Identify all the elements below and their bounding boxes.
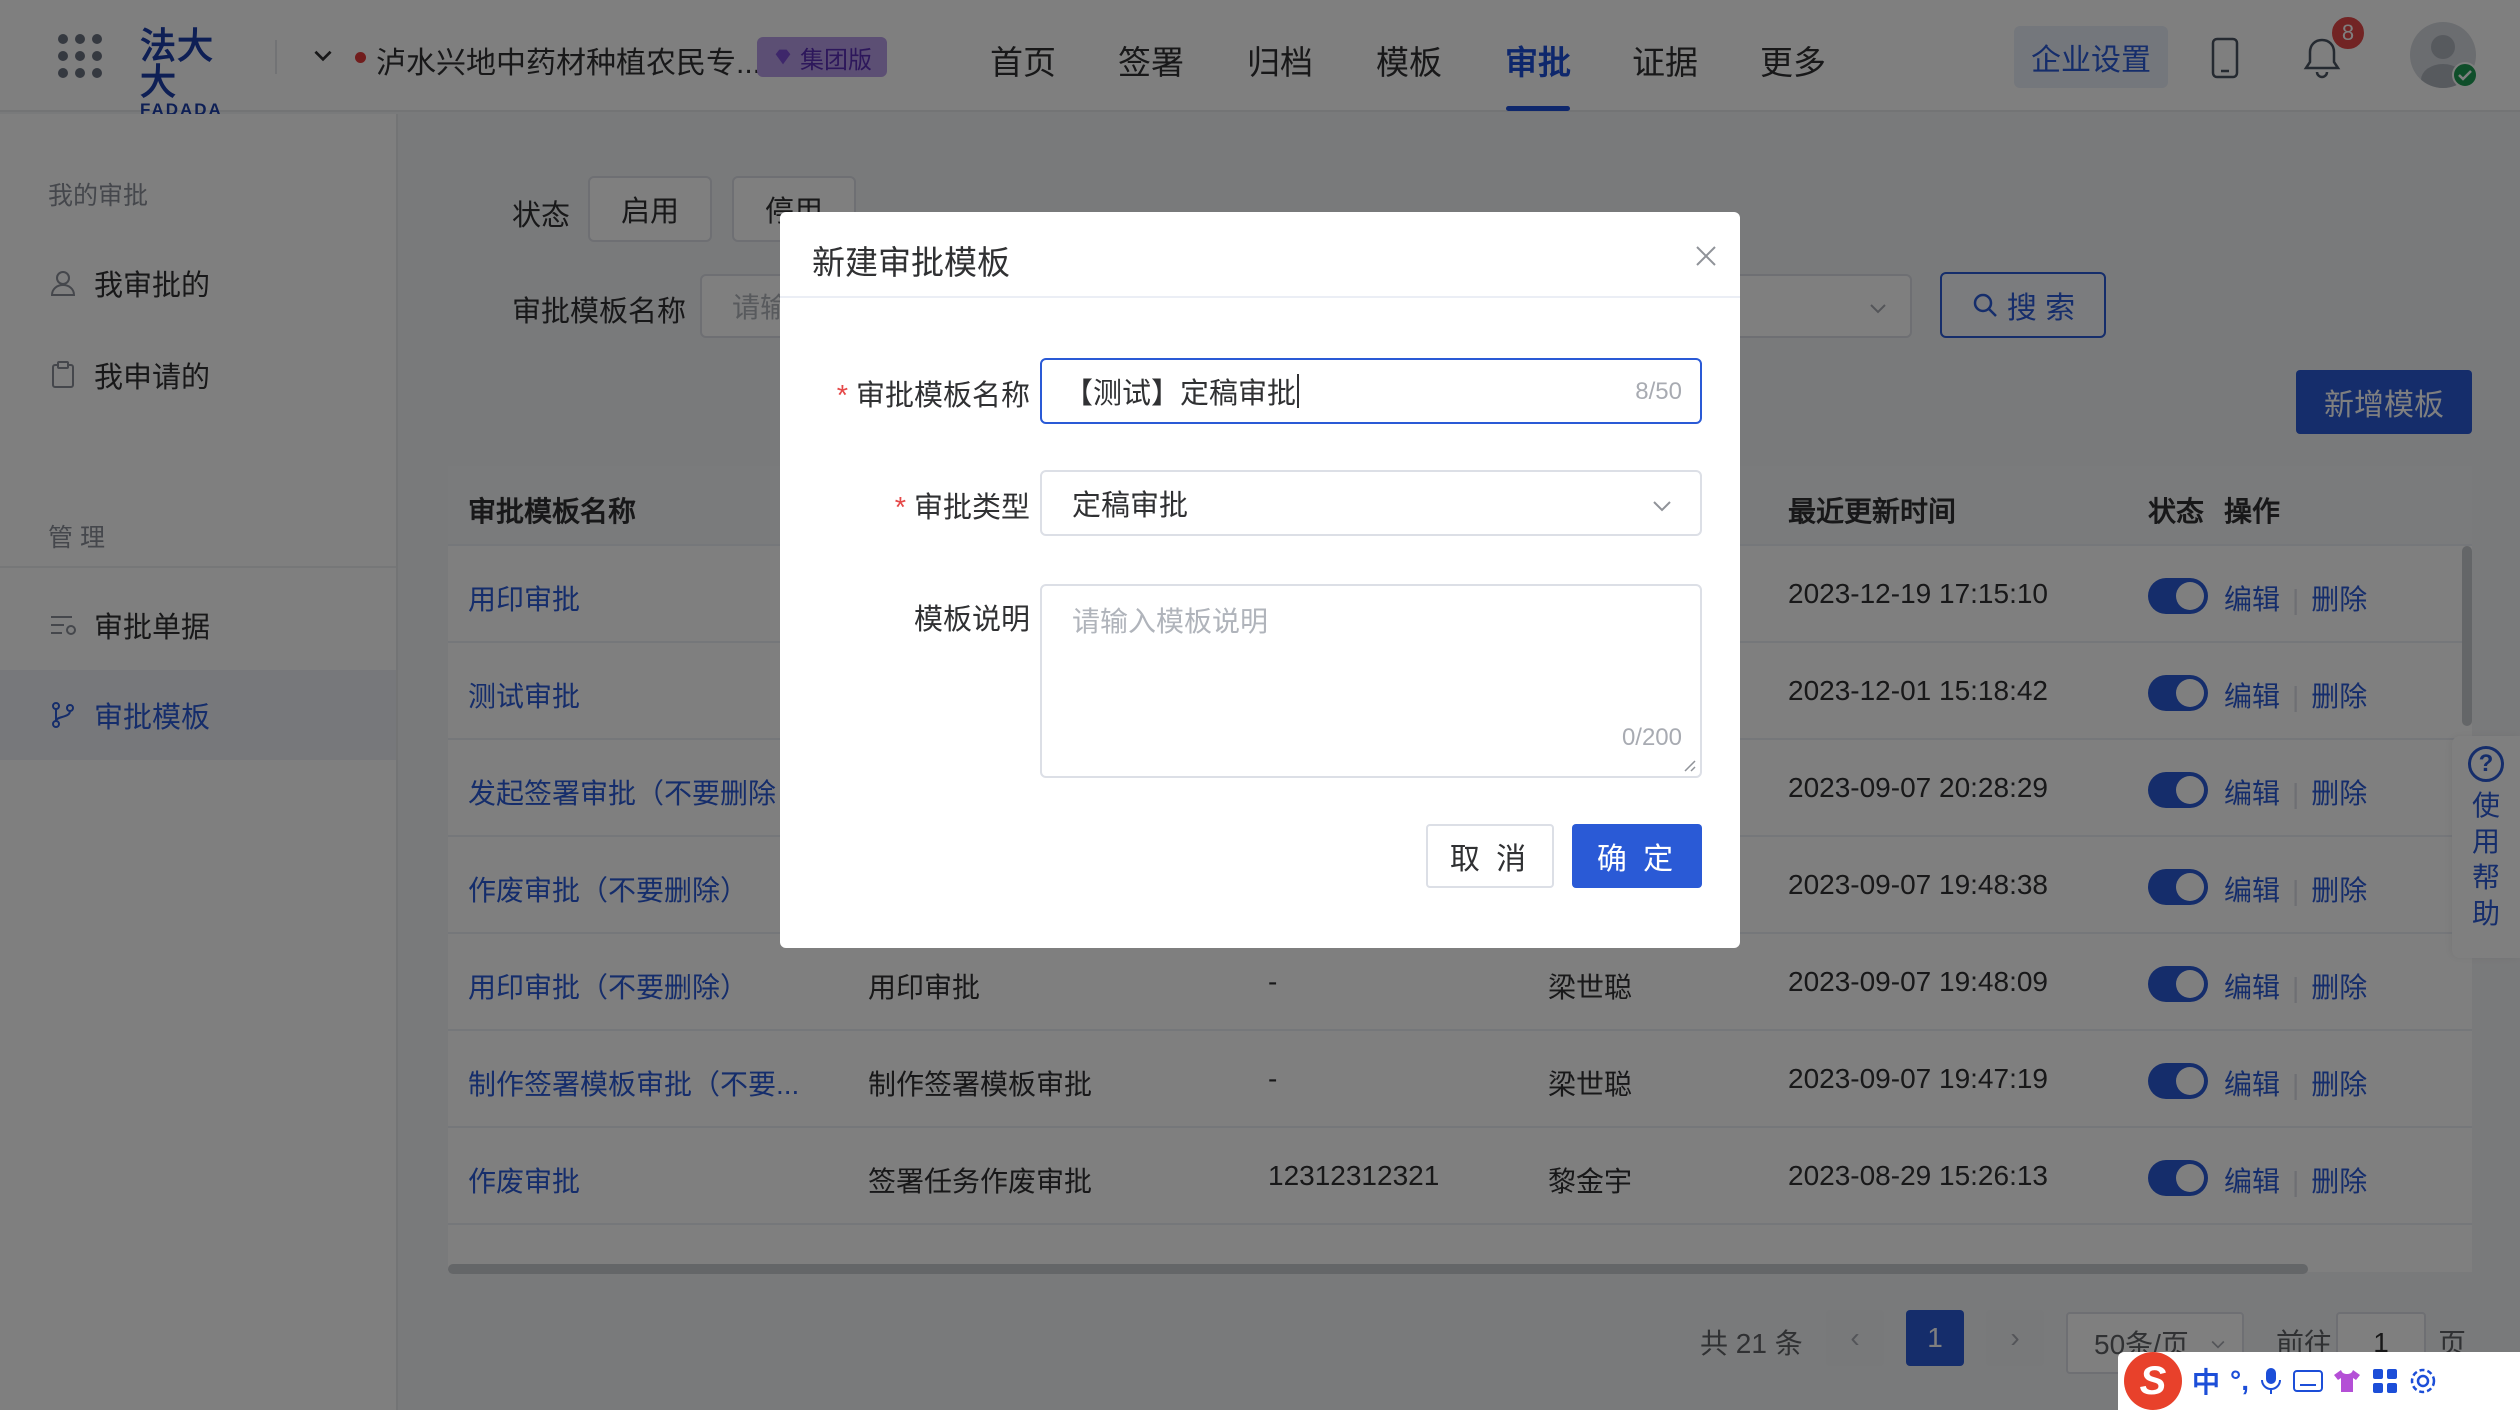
keyboard-icon[interactable] [2293, 1369, 2323, 1393]
name-char-count: 8/50 [1635, 378, 1682, 405]
dialog-title: 新建审批模板 [812, 244, 1010, 281]
ime-punct-toggle[interactable]: °, [2230, 1365, 2249, 1397]
ime-toolbar: S 中 °, [2118, 1352, 2520, 1410]
confirm-button[interactable]: 确 定 [1572, 824, 1702, 888]
cancel-button[interactable]: 取 消 [1426, 824, 1554, 888]
dialog-divider [780, 296, 1740, 298]
desc-char-count: 0/200 [1621, 724, 1682, 751]
new-template-dialog: 新建审批模板 * 审批模板名称 【测试】定稿审批 8/50 * 审批类型 定稿审批 … [780, 212, 1740, 948]
desc-placeholder: 请输入模板说明 [1072, 606, 1269, 637]
template-name-input[interactable]: 【测试】定稿审批 8/50 [1040, 358, 1702, 424]
resize-handle-icon[interactable] [1680, 756, 1696, 772]
microphone-icon[interactable] [2259, 1366, 2283, 1396]
toolbox-grid-icon[interactable] [2371, 1367, 2399, 1395]
name-field-label: * 审批模板名称 [836, 380, 1030, 412]
chevron-down-icon [1653, 501, 1671, 512]
approval-type-select[interactable]: 定稿审批 [1040, 470, 1702, 536]
template-desc-textarea[interactable]: 请输入模板说明 0/200 [1040, 584, 1702, 778]
text-caret [1297, 374, 1300, 408]
template-name-value: 【测试】定稿审批 [1064, 378, 1297, 410]
type-field-label: * 审批类型 [894, 492, 1030, 524]
settings-gear-icon[interactable] [2409, 1367, 2437, 1395]
sogou-logo-icon[interactable]: S [2124, 1352, 2182, 1410]
approval-type-value: 定稿审批 [1072, 490, 1189, 522]
desc-field-label: 模板说明 [913, 604, 1030, 636]
skin-shirt-icon[interactable] [2333, 1368, 2361, 1394]
close-icon[interactable] [1692, 242, 1720, 270]
ime-lang-toggle[interactable]: 中 [2192, 1361, 2220, 1401]
